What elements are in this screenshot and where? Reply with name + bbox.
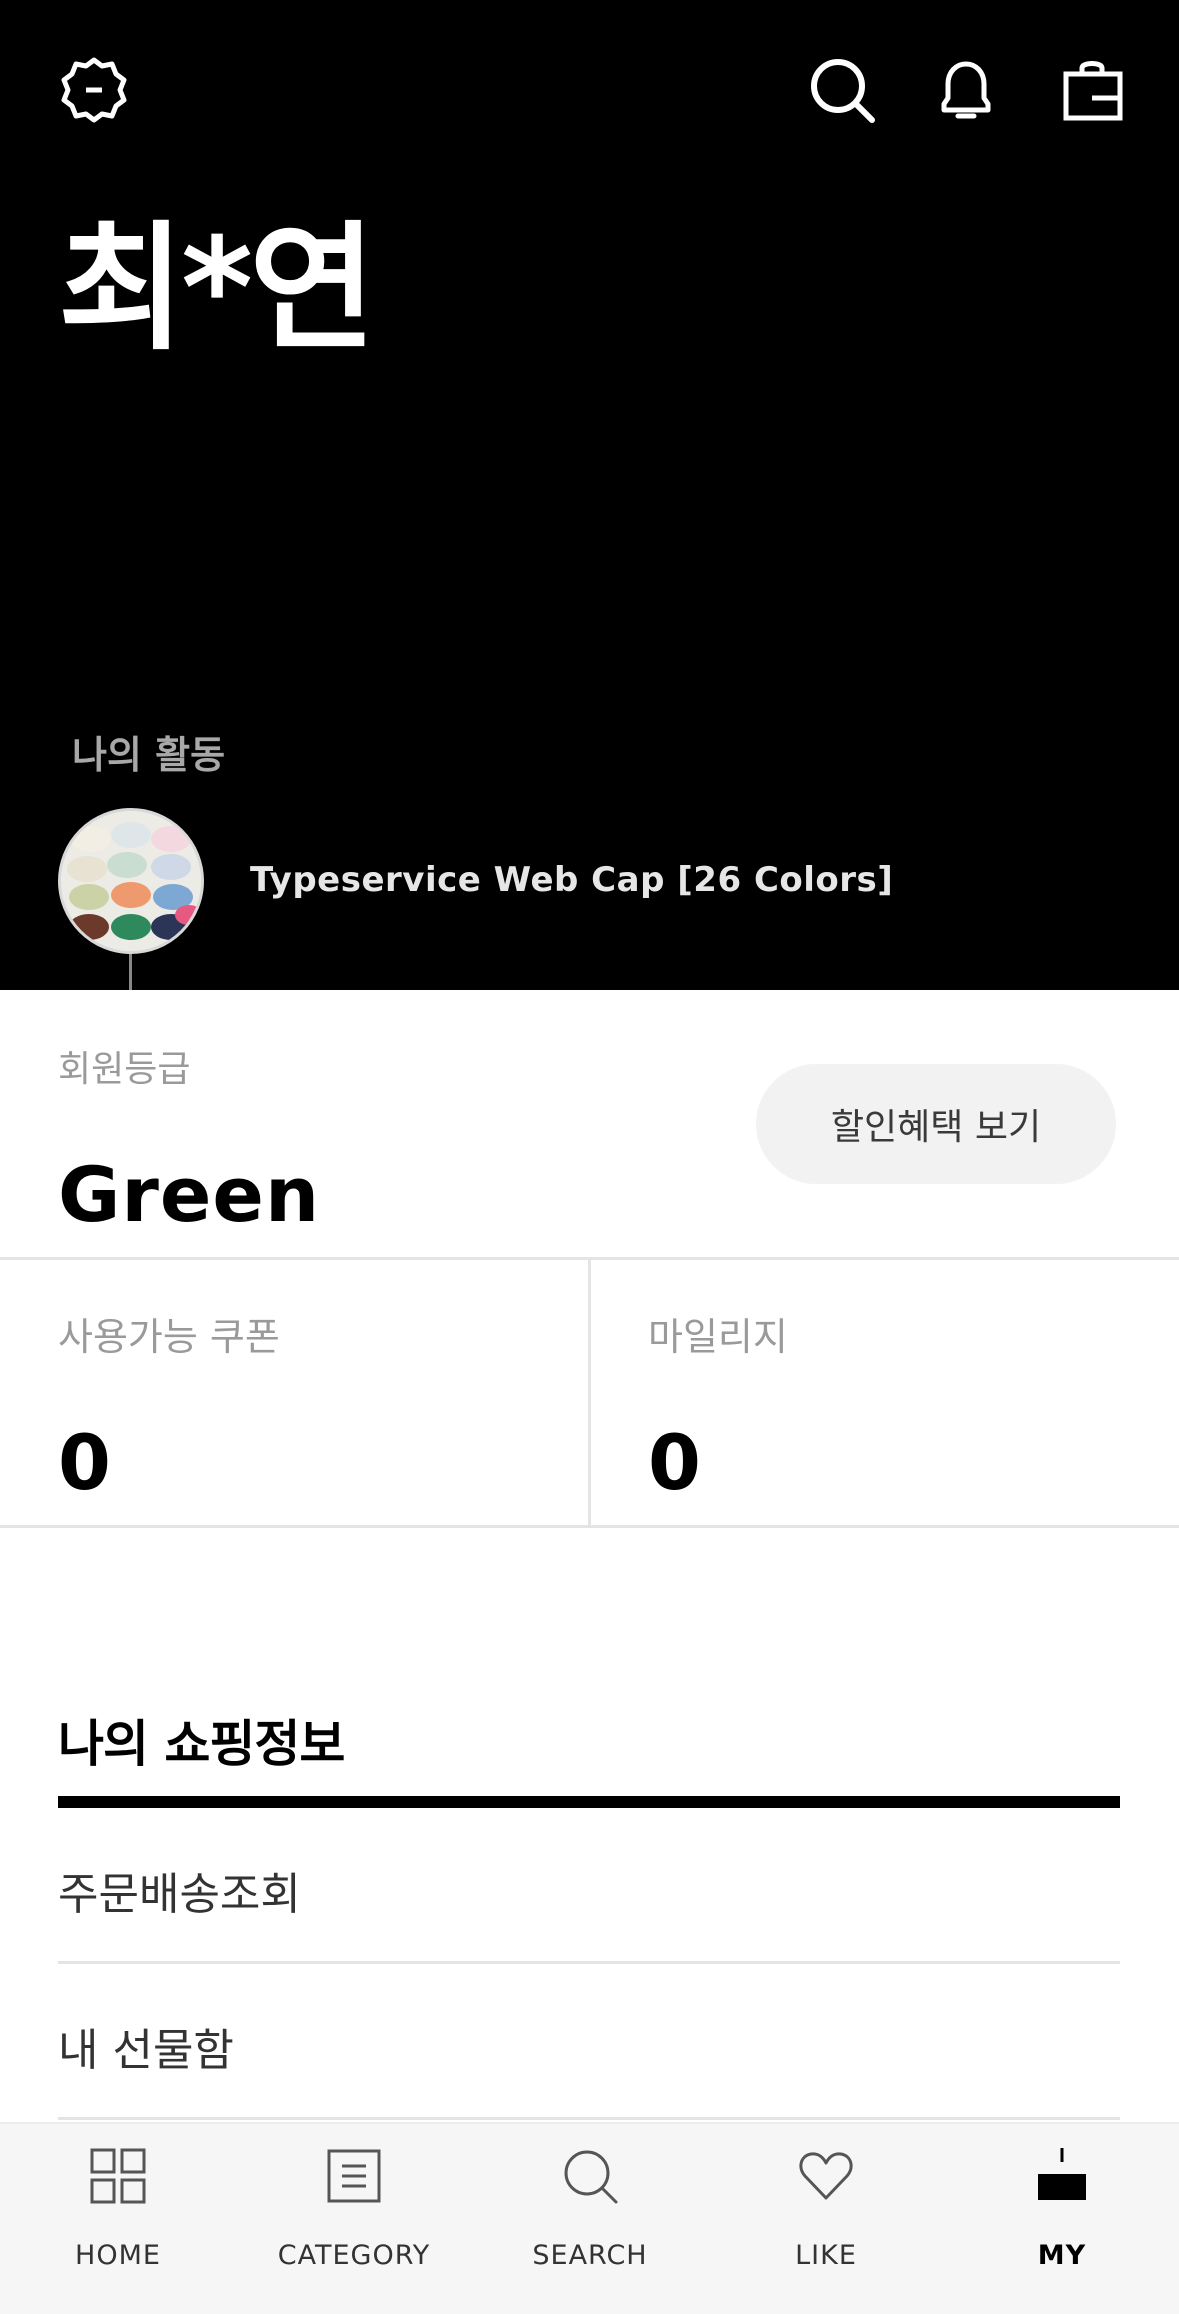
- mileage-label: 마일리지: [648, 1315, 788, 1359]
- divider: [58, 2117, 1120, 2120]
- bottom-navigation: HOME CATEGORY SEARCH LIKE MY: [0, 2122, 1179, 2314]
- nav-label: LIKE: [795, 2240, 857, 2271]
- shopping-info-title: 나의 쇼핑정보: [58, 1715, 345, 1773]
- nav-label: CATEGORY: [277, 2240, 431, 2271]
- activity-product-thumbnail[interactable]: [58, 808, 204, 954]
- coupon-label: 사용가능 쿠폰: [58, 1315, 280, 1359]
- divider: [0, 1525, 1179, 1528]
- nav-home[interactable]: HOME: [0, 2124, 236, 2314]
- my-page-icon: [1032, 2146, 1092, 2206]
- section-underline: [58, 1796, 1120, 1808]
- nav-like[interactable]: LIKE: [708, 2124, 944, 2314]
- activity-label: 나의 활동: [72, 733, 226, 777]
- nav-category[interactable]: CATEGORY: [236, 2124, 472, 2314]
- menu-item-label: 주문배송조회: [58, 1869, 301, 1920]
- grade-label: 회원등급: [58, 1049, 191, 1090]
- menu-item-order-tracking[interactable]: 주문배송조회: [58, 1808, 1120, 1964]
- grade-value: Green: [58, 1150, 321, 1239]
- menu-item-gift-box[interactable]: 내 선물함: [58, 1964, 1120, 2120]
- shopping-bag-icon[interactable]: [1056, 54, 1128, 126]
- vertical-divider: [588, 1260, 591, 1528]
- menu-item-label: 내 선물함: [58, 2025, 234, 2076]
- search-icon[interactable]: [806, 54, 878, 126]
- nav-search[interactable]: SEARCH: [472, 2124, 708, 2314]
- mileage-value[interactable]: 0: [648, 1418, 701, 1507]
- settings-icon[interactable]: [58, 54, 130, 126]
- username: 최*연: [58, 208, 376, 369]
- category-list-icon: [324, 2146, 384, 2206]
- profile-header: 최*연 나의 활동 Typeservice Web Cap [26 Colors…: [0, 0, 1179, 990]
- view-benefits-button[interactable]: 할인혜택 보기: [756, 1064, 1116, 1184]
- nav-my[interactable]: MY: [944, 2124, 1179, 2314]
- nav-label: SEARCH: [532, 2240, 648, 2271]
- bell-icon[interactable]: [930, 54, 1002, 126]
- home-grid-icon: [88, 2146, 148, 2206]
- heart-icon: [796, 2146, 856, 2206]
- activity-timeline-line: [129, 954, 132, 990]
- search-icon: [560, 2146, 620, 2206]
- nav-label: HOME: [75, 2240, 161, 2271]
- coupon-count[interactable]: 0: [58, 1418, 111, 1507]
- activity-product-title[interactable]: Typeservice Web Cap [26 Colors]: [250, 860, 893, 900]
- nav-label: MY: [1037, 2240, 1087, 2271]
